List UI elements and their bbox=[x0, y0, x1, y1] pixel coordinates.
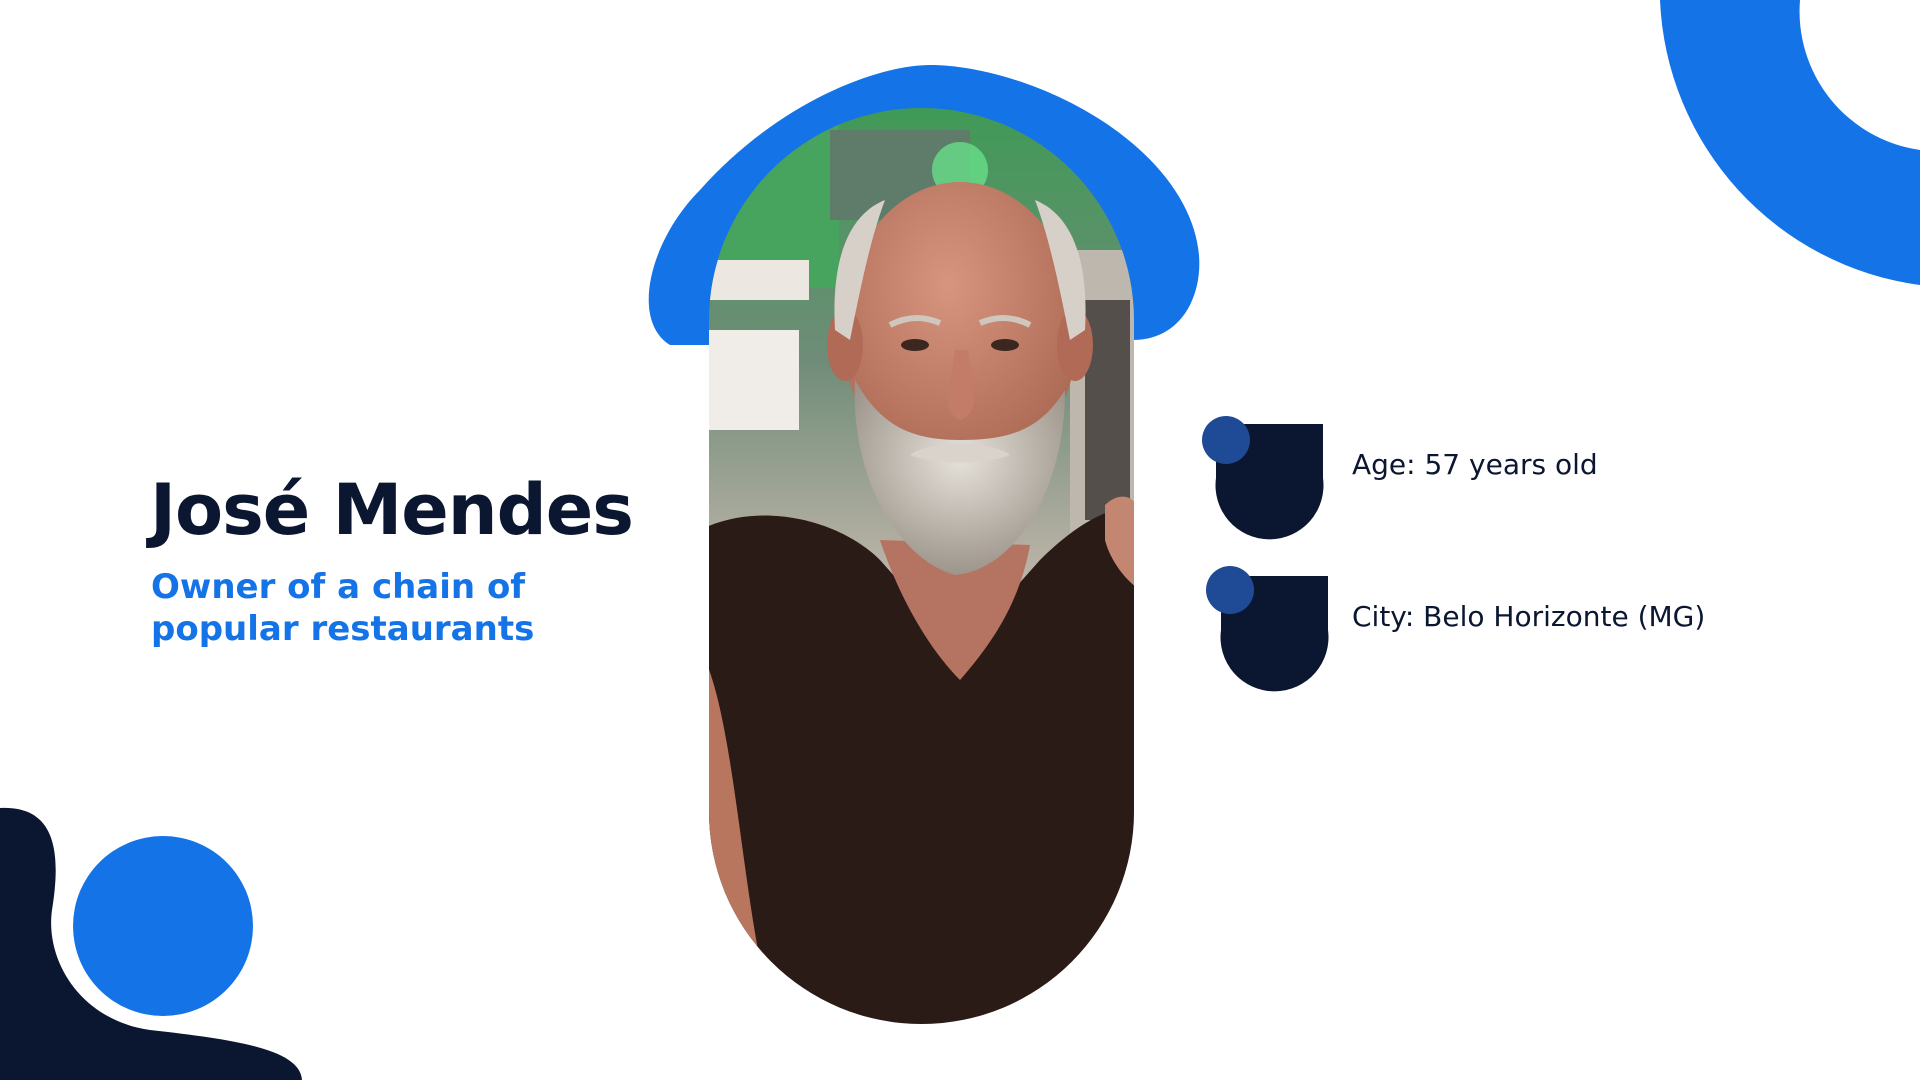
drop-bullet-icon bbox=[1202, 416, 1324, 540]
slide: José Mendes Owner of a chain of popular … bbox=[0, 0, 1920, 1080]
detail-city: City: Belo Horizonte (MG) bbox=[1352, 600, 1706, 633]
detail-age: Age: 57 years old bbox=[1352, 448, 1598, 481]
detail-bullets bbox=[1202, 416, 1329, 692]
drop-bullet-icon bbox=[1206, 566, 1329, 692]
